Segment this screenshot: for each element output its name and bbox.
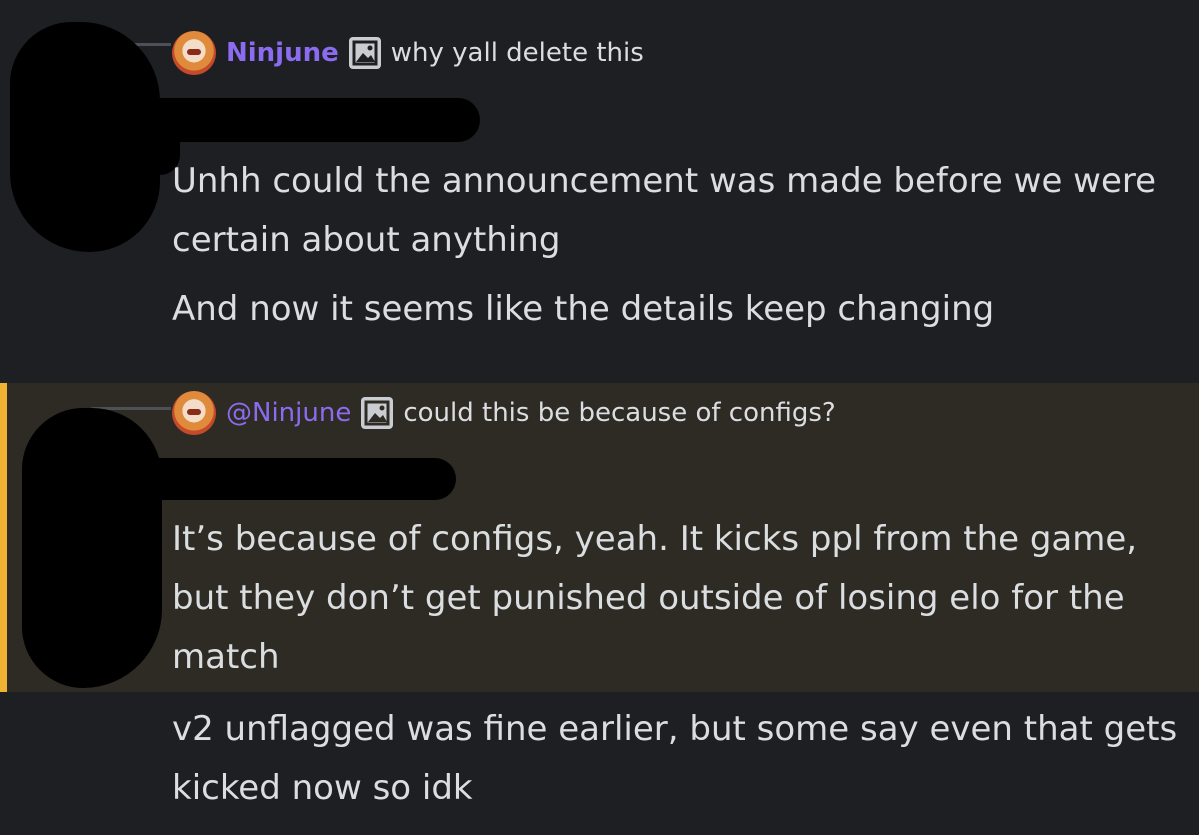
mention-highlight-bar: [0, 383, 7, 692]
reply-preview[interactable]: @Ninjune could this be because of config…: [172, 391, 836, 435]
image-icon: [348, 37, 381, 69]
avatar-icon[interactable]: [172, 31, 216, 75]
redaction-mark: [22, 408, 162, 688]
reply-preview[interactable]: Ninjune why yall delete this: [172, 31, 644, 75]
message-line: v2 unflagged was fine earlier, but some …: [172, 709, 1178, 808]
reply-snippet[interactable]: why yall delete this: [391, 38, 644, 68]
message-1: Ninjune why yall delete this Unhh could …: [0, 0, 1199, 383]
message-line: It’s because of configs, yeah. It kicks …: [172, 519, 1138, 677]
message-line: And now it seems like the details keep c…: [172, 289, 995, 329]
message-content: v2 unflagged was fine earlier, but some …: [172, 700, 1182, 818]
reply-snippet[interactable]: could this be because of configs?: [403, 398, 835, 428]
message-3: v2 unflagged was fine earlier, but some …: [0, 692, 1199, 835]
avatar-icon[interactable]: [172, 391, 216, 435]
image-icon: [361, 397, 394, 429]
message-content: Unhh could the announcement was made bef…: [172, 152, 1182, 339]
reply-author-mention[interactable]: @Ninjune: [226, 398, 351, 428]
reply-author[interactable]: Ninjune: [226, 38, 339, 68]
redaction-mark: [140, 135, 180, 175]
redaction-mark: [100, 458, 456, 500]
message-content: It’s because of configs, yeah. It kicks …: [172, 510, 1182, 687]
message-2: @Ninjune could this be because of config…: [0, 383, 1199, 692]
message-line: Unhh could the announcement was made bef…: [172, 161, 1157, 260]
